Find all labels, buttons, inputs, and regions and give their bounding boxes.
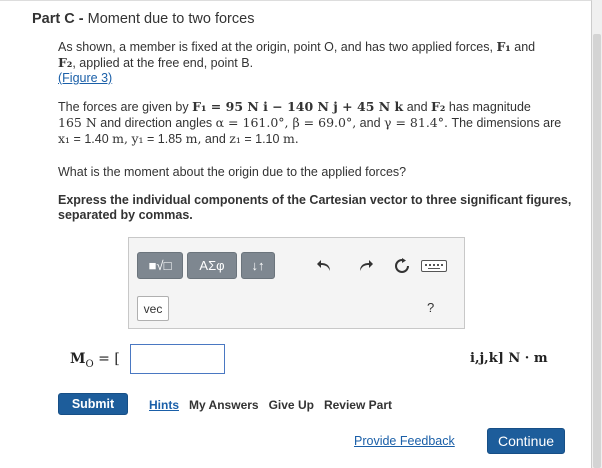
- arrows-button[interactable]: ↓↑: [242, 253, 274, 278]
- undo-icon-svg: [317, 260, 330, 271]
- x1-unit: m,: [112, 131, 128, 146]
- part-label: Part C: [32, 11, 75, 27]
- question-panel: Part C - Moment due to two forces As sho…: [0, 0, 592, 468]
- give-up-link[interactable]: Give Up: [269, 398, 314, 412]
- intro-text-a: As shown, a member is fixed at the origi…: [58, 40, 493, 54]
- forces-text-a: The forces are given by: [58, 100, 189, 114]
- x1-symbol: x₁: [58, 131, 71, 146]
- z1-unit: m.: [282, 131, 299, 146]
- z1-symbol: z₁: [229, 131, 241, 146]
- forces-text-b: and: [406, 100, 428, 114]
- question-text: What is the moment about the origin due …: [58, 165, 407, 179]
- my-answers-link[interactable]: My Answers: [189, 398, 259, 412]
- reset-icon-svg: [395, 258, 409, 273]
- units-label: i,j,k] N · m: [470, 351, 548, 366]
- answer-actions: Hints My Answers Give Up Review Part: [149, 398, 392, 412]
- f2-symbol: F₂: [58, 55, 73, 70]
- math-editor-toolbar: ■√□ AΣφ ↓↑ vec ?: [128, 237, 465, 329]
- review-part-link[interactable]: Review Part: [324, 398, 392, 412]
- templates-button[interactable]: ■√□: [138, 253, 182, 278]
- reset-icon[interactable]: [391, 256, 413, 276]
- intro-text-b: , applied at the free end, point B.: [72, 56, 254, 70]
- greek-symbols-button[interactable]: AΣφ: [188, 253, 236, 278]
- greek-group[interactable]: AΣφ: [187, 252, 237, 279]
- y1-value: = 1.85: [147, 132, 183, 146]
- continue-button[interactable]: Continue: [487, 428, 565, 454]
- moment-answer-input[interactable]: [130, 344, 225, 374]
- figure-link[interactable]: (Figure 3): [58, 71, 112, 85]
- dimensions-text: The dimensions are: [451, 116, 562, 130]
- hints-link[interactable]: Hints: [149, 398, 179, 412]
- part-separator: -: [78, 11, 84, 27]
- redo-icon-svg: [360, 260, 373, 271]
- y1-unit: m,: [185, 131, 202, 146]
- vec-button[interactable]: vec: [137, 296, 169, 321]
- z1-value: = 1.10: [244, 132, 280, 146]
- part-title-text: Moment due to two forces: [87, 11, 255, 27]
- moment-subscript: O: [85, 358, 94, 370]
- units-text: i,j,k] N · m: [470, 351, 548, 366]
- arrows-group[interactable]: ↓↑: [241, 252, 275, 279]
- x1-value: = 1.40: [73, 132, 109, 146]
- keyboard-icon[interactable]: [421, 260, 447, 272]
- help-icon[interactable]: ?: [427, 300, 434, 315]
- scrollbar-thumb[interactable]: [593, 34, 601, 468]
- f2-symbol-2: F₂: [431, 99, 446, 114]
- redo-icon[interactable]: [355, 256, 377, 276]
- intro-paragraph: As shown, a member is fixed at the origi…: [58, 39, 578, 86]
- y1-symbol: y₁: [131, 131, 144, 146]
- vertical-scrollbar[interactable]: [592, 0, 602, 468]
- provide-feedback-link[interactable]: Provide Feedback: [354, 434, 455, 448]
- templates-group[interactable]: ■√□: [137, 252, 183, 279]
- forces-paragraph: The forces are given by F₁ = 95 N i − 14…: [58, 99, 578, 147]
- f1-symbol: F₁: [496, 39, 511, 54]
- undo-icon[interactable]: [313, 256, 335, 276]
- instruction-text: Express the individual components of the…: [58, 193, 572, 222]
- gamma-angle: γ = 81.4°.: [384, 115, 448, 130]
- and-text: and: [514, 40, 536, 54]
- part-title: Part C - Moment due to two forces: [32, 11, 254, 27]
- forces-text-c: has magnitude: [448, 100, 531, 114]
- and-text-3: and: [204, 132, 226, 146]
- f1-expression: F₁ = 95 N i − 140 N j + 45 N k: [192, 99, 404, 114]
- moment-symbol: M: [70, 351, 86, 367]
- moment-equals: = [: [98, 351, 120, 367]
- moment-label: MO = [: [70, 351, 120, 370]
- direction-angles: α = 161.0°, β = 69.0°,: [215, 115, 357, 130]
- and-text-2: and: [359, 116, 381, 130]
- f2-magnitude: 165 N: [58, 115, 97, 130]
- submit-button[interactable]: Submit: [58, 393, 128, 415]
- forces-text-d: and direction angles: [100, 116, 213, 130]
